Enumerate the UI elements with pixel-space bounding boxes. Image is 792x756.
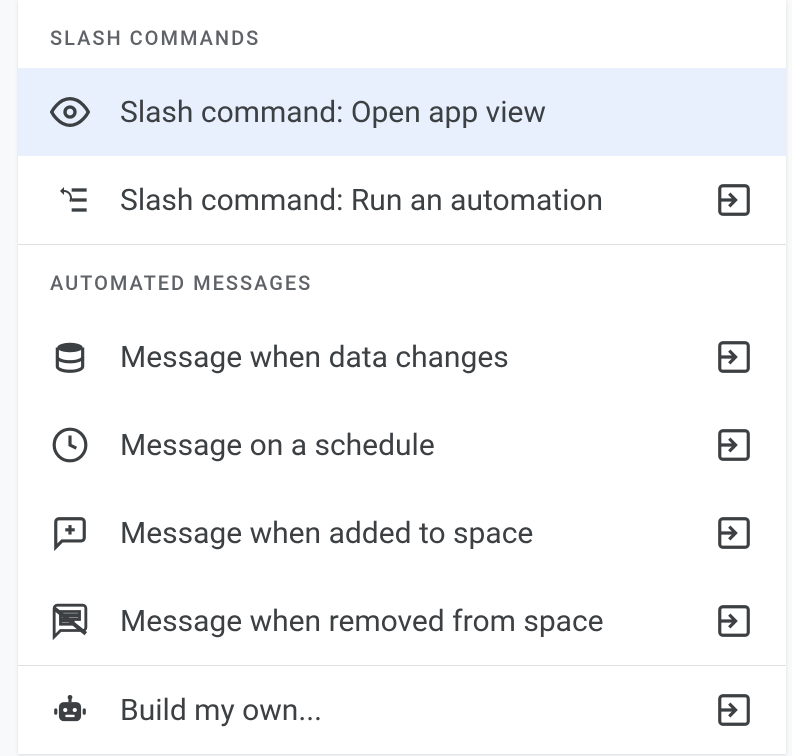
menu-item-message-removed-space[interactable]: Message when removed from space	[18, 577, 786, 665]
automation-loop-icon	[50, 180, 90, 220]
enter-arrow-icon	[714, 337, 754, 377]
enter-arrow-icon	[714, 601, 754, 641]
menu-item-build-my-own[interactable]: Build my own...	[18, 666, 786, 754]
eye-icon	[50, 92, 90, 132]
menu-item-message-schedule[interactable]: Message on a schedule	[18, 401, 786, 489]
clock-icon	[50, 425, 90, 465]
menu-item-label: Slash command: Open app view	[120, 95, 754, 130]
menu-item-open-app-view[interactable]: Slash command: Open app view	[18, 68, 786, 156]
menu-item-label: Slash command: Run an automation	[120, 183, 714, 218]
menu-item-message-added-space[interactable]: Message when added to space	[18, 489, 786, 577]
menu-item-run-automation[interactable]: Slash command: Run an automation	[18, 156, 786, 244]
menu-item-label: Message on a schedule	[120, 428, 714, 463]
commands-menu-panel: SLASH COMMANDS Slash command: Open app v…	[18, 0, 786, 754]
menu-item-label: Build my own...	[120, 693, 714, 728]
enter-arrow-icon	[714, 425, 754, 465]
section-header-automated-messages: AUTOMATED MESSAGES	[18, 245, 786, 313]
robot-icon	[50, 690, 90, 730]
database-icon	[50, 337, 90, 377]
speaker-notes-off-icon	[50, 601, 90, 641]
enter-arrow-icon	[714, 513, 754, 553]
enter-arrow-icon	[714, 180, 754, 220]
menu-item-label: Message when data changes	[120, 340, 714, 375]
menu-item-message-data-changes[interactable]: Message when data changes	[18, 313, 786, 401]
section-header-slash-commands: SLASH COMMANDS	[18, 0, 786, 68]
menu-item-label: Message when added to space	[120, 516, 714, 551]
add-comment-icon	[50, 513, 90, 553]
enter-arrow-icon	[714, 690, 754, 730]
menu-item-label: Message when removed from space	[120, 604, 714, 639]
